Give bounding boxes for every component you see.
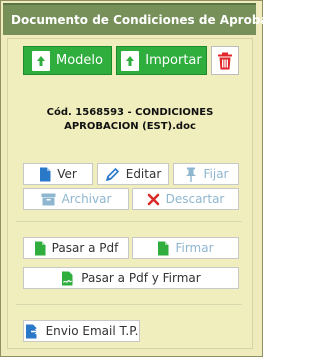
modelo-label: Modelo <box>56 53 103 68</box>
descartar-button[interactable]: Descartar <box>132 188 239 210</box>
panel-content: Modelo Importar Cód. 1568593 - CONDICION… <box>7 38 253 349</box>
fijar-label: Fijar <box>203 167 229 181</box>
delete-button[interactable] <box>211 46 239 75</box>
editar-label: Editar <box>125 167 162 181</box>
firmar-label: Firmar <box>175 241 214 255</box>
upload-file-icon <box>32 50 50 71</box>
pasar-a-pdf-button[interactable]: Pasar a Pdf <box>23 237 129 259</box>
x-icon <box>147 193 159 205</box>
ver-label: Ver <box>57 167 77 181</box>
envio-email-label: Envio Email T.P. <box>45 324 139 338</box>
editar-button[interactable]: Editar <box>97 163 169 185</box>
divider <box>16 221 242 222</box>
modelo-button[interactable]: Modelo <box>23 46 112 75</box>
documento-panel: Documento de Condiciones de Aprobación M… <box>0 0 297 357</box>
importar-label: Importar <box>145 53 202 68</box>
upload-file-icon <box>121 50 140 71</box>
pasar-a-pdf-y-firmar-button[interactable]: Pasar a Pdf y Firmar <box>23 267 239 289</box>
divider <box>16 304 242 305</box>
firmar-button[interactable]: Firmar <box>132 237 239 259</box>
archivar-label: Archivar <box>61 192 112 206</box>
pdf-file-icon <box>158 241 169 255</box>
archivar-button[interactable]: Archivar <box>23 188 129 210</box>
pasar-a-pdf-label: Pasar a Pdf <box>51 241 119 255</box>
document-filename-line2: APROBACION (EST).doc <box>64 121 196 132</box>
pasar-a-pdf-y-firmar-label: Pasar a Pdf y Firmar <box>81 271 201 285</box>
pin-icon <box>185 167 196 182</box>
importar-button[interactable]: Importar <box>116 46 207 75</box>
document-filename-line1: Cód. 1568593 - CONDICIONES <box>46 107 214 118</box>
envio-email-button[interactable]: Envio Email T.P. <box>23 320 140 342</box>
ver-button[interactable]: Ver <box>23 163 93 185</box>
pdf-file-icon <box>34 241 46 255</box>
archive-icon <box>41 193 56 205</box>
trash-icon <box>218 52 232 69</box>
send-document-icon <box>25 324 40 338</box>
fijar-button[interactable]: Fijar <box>173 163 239 185</box>
document-filename: Cód. 1568593 - CONDICIONES APROBACION (E… <box>8 106 252 134</box>
document-icon <box>40 167 51 181</box>
pencil-icon <box>105 167 119 181</box>
signed-pdf-icon <box>62 271 73 285</box>
panel-title: Documento de Condiciones de Aprobación <box>3 3 297 35</box>
descartar-label: Descartar <box>165 192 225 206</box>
